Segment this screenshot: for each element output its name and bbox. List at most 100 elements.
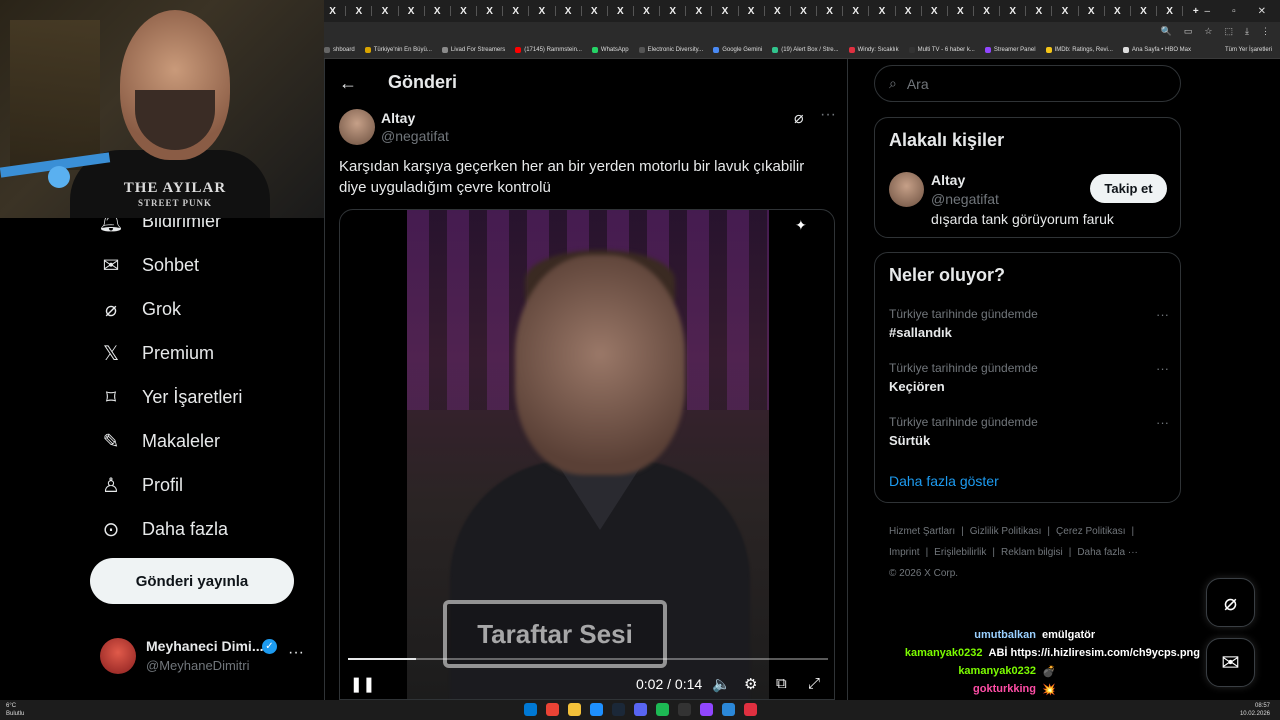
grok-fab-icon[interactable]: ⌀ xyxy=(1206,578,1255,627)
star-icon[interactable]: ☆ xyxy=(1204,26,1212,37)
close-icon[interactable]: ✕ xyxy=(1258,6,1266,17)
bookmark-item[interactable]: IMDb: Ratings, Revi... xyxy=(1045,46,1113,53)
bookmark-item[interactable]: Livad For Streamers xyxy=(441,46,505,53)
bookmark-item[interactable]: (17145) Rammstein... xyxy=(515,46,582,53)
browser-tab[interactable]: X xyxy=(926,6,943,17)
pause-icon[interactable]: ❚❚ xyxy=(350,675,375,693)
video-progress-bar[interactable] xyxy=(348,658,828,660)
nav-item-premium[interactable]: 𝕏 Premium xyxy=(100,342,214,365)
browser-tab[interactable]: X xyxy=(690,6,707,17)
taskbar-app-icon[interactable] xyxy=(590,703,603,716)
browser-tab[interactable]: X xyxy=(455,6,472,17)
bookmark-item[interactable]: Türkiye'nin En Büyü... xyxy=(364,46,432,53)
author-avatar[interactable] xyxy=(339,109,375,145)
browser-tab[interactable]: X xyxy=(821,6,838,17)
taskbar-clock[interactable]: 08:57 10.02.2026 xyxy=(1240,702,1270,718)
taskbar-app-icon[interactable] xyxy=(656,703,669,716)
show-more-link[interactable]: Daha fazla göster xyxy=(889,473,999,489)
browser-tab[interactable]: X xyxy=(586,6,603,17)
taskbar-app-icon[interactable] xyxy=(568,703,581,716)
nav-item-yer-i-aretleri[interactable]: ⌑ Yer İşaretleri xyxy=(100,386,243,409)
bookmark-item[interactable]: Streamer Panel xyxy=(984,46,1036,53)
footer-link[interactable]: Erişilebilirlik xyxy=(934,547,986,558)
footer-link[interactable]: Daha fazla ··· xyxy=(1077,547,1138,558)
footer-link[interactable]: Gizlilik Politikası xyxy=(970,526,1042,537)
bookmark-item[interactable]: Multi TV - 6 haber k... xyxy=(908,46,975,53)
download-icon[interactable]: ⤓ xyxy=(1245,26,1249,37)
all-bookmarks-link[interactable]: Tüm Yer İşaretleri xyxy=(1225,47,1280,53)
footer-link[interactable]: Hizmet Şartları xyxy=(889,526,955,537)
footer-link[interactable]: Çerez Politikası xyxy=(1056,526,1125,537)
extensions-icon[interactable]: ⬚ xyxy=(1225,26,1234,37)
browser-tab[interactable]: X xyxy=(978,6,995,17)
browser-tab[interactable]: X xyxy=(1109,6,1126,17)
browser-tab[interactable]: X xyxy=(1056,6,1073,17)
browser-tab[interactable]: X xyxy=(638,6,655,17)
weather-widget[interactable]: 6°C Bulutlu xyxy=(6,702,24,718)
browser-tab[interactable]: X xyxy=(350,6,367,17)
related-avatar[interactable] xyxy=(889,172,924,207)
taskbar-app-icon[interactable] xyxy=(722,703,735,716)
browser-tab[interactable]: X xyxy=(376,6,393,17)
taskbar-app-icon[interactable] xyxy=(634,703,647,716)
search-box[interactable]: ⌕ Ara xyxy=(874,65,1181,102)
bookmark-item[interactable]: (19) Alert Box / Stre... xyxy=(772,46,839,53)
trend-more-icon[interactable]: ··· xyxy=(1156,361,1169,376)
browser-tab[interactable]: X xyxy=(507,6,524,17)
browser-tab[interactable]: X xyxy=(873,6,890,17)
taskbar-app-icon[interactable] xyxy=(524,703,537,716)
follow-button[interactable]: Takip et xyxy=(1090,174,1167,203)
trend-item[interactable]: Türkiye tarihinde gündemde Keçiören ··· xyxy=(889,361,1169,394)
browser-tab[interactable]: X xyxy=(795,6,812,17)
trend-more-icon[interactable]: ··· xyxy=(1156,307,1169,322)
back-arrow-icon[interactable]: ← xyxy=(339,73,357,94)
bookmark-item[interactable]: WhatsApp xyxy=(591,46,629,53)
browser-tab[interactable]: X xyxy=(402,6,419,17)
browser-tab[interactable]: X xyxy=(769,6,786,17)
taskbar-app-icon[interactable] xyxy=(678,703,691,716)
nav-item-daha-fazla[interactable]: ⊙ Daha fazla xyxy=(100,518,228,541)
taskbar-app-icon[interactable] xyxy=(744,703,757,716)
related-handle[interactable]: @negatifat xyxy=(931,191,999,207)
browser-tab[interactable]: X xyxy=(1030,6,1047,17)
browser-tab[interactable]: X xyxy=(559,6,576,17)
bookmark-item[interactable]: Ana Sayfa • HBO Max xyxy=(1122,46,1191,53)
bookmark-item[interactable]: Windy: Sıcaklık xyxy=(848,46,899,53)
browser-tab[interactable]: X xyxy=(847,6,864,17)
trend-item[interactable]: Türkiye tarihinde gündemde Sürtük ··· xyxy=(889,415,1169,448)
taskbar-app-icon[interactable] xyxy=(612,703,625,716)
post-more-icon[interactable]: ··· xyxy=(820,106,836,124)
browser-tab[interactable]: X xyxy=(1161,6,1178,17)
browser-tab[interactable]: X xyxy=(1135,6,1152,17)
menu-icon[interactable]: ⋮ xyxy=(1261,26,1270,37)
nav-item-profil[interactable]: ♙ Profil xyxy=(100,474,183,497)
browser-tab[interactable]: X xyxy=(533,6,550,17)
messages-fab-icon[interactable]: ✉ xyxy=(1206,638,1255,687)
nav-item-grok[interactable]: ⌀ Grok xyxy=(100,298,181,321)
browser-tab[interactable]: X xyxy=(743,6,760,17)
more-icon[interactable]: ··· xyxy=(288,644,304,662)
taskbar-app-icon[interactable] xyxy=(546,703,559,716)
fullscreen-icon[interactable]: ⤢ xyxy=(808,675,820,692)
bookmark-item[interactable]: Google Gemini xyxy=(713,46,762,53)
search-input[interactable]: Ara xyxy=(907,76,929,92)
trend-item[interactable]: Türkiye tarihinde gündemde #sallandık ··· xyxy=(889,307,1169,340)
grok-icon[interactable]: ⌀ xyxy=(794,108,804,128)
minimize-icon[interactable]: – xyxy=(1205,6,1211,17)
post-button[interactable]: Gönderi yayınla xyxy=(90,558,294,604)
bookmark-item[interactable]: shboard xyxy=(324,46,355,53)
browser-tab[interactable]: X xyxy=(664,6,681,17)
browser-tab[interactable]: X xyxy=(429,6,446,17)
volume-icon[interactable]: 🔈 xyxy=(712,675,731,693)
settings-gear-icon[interactable]: ⚙ xyxy=(744,675,757,693)
zoom-icon[interactable]: 🔍 xyxy=(1161,26,1172,37)
new-tab-icon[interactable]: + xyxy=(1187,6,1204,17)
maximize-icon[interactable]: ▫ xyxy=(1232,6,1236,17)
browser-tab[interactable]: X xyxy=(1083,6,1100,17)
account-switcher[interactable]: Meyhaneci Dimi... ✓ @MeyhaneDimitri ··· xyxy=(100,636,320,680)
footer-link[interactable]: Imprint xyxy=(889,547,920,558)
cast-icon[interactable]: ▭ xyxy=(1184,26,1193,37)
browser-tab[interactable]: X xyxy=(1004,6,1021,17)
browser-tab[interactable]: X xyxy=(716,6,733,17)
author-name[interactable]: Altay xyxy=(381,110,415,126)
